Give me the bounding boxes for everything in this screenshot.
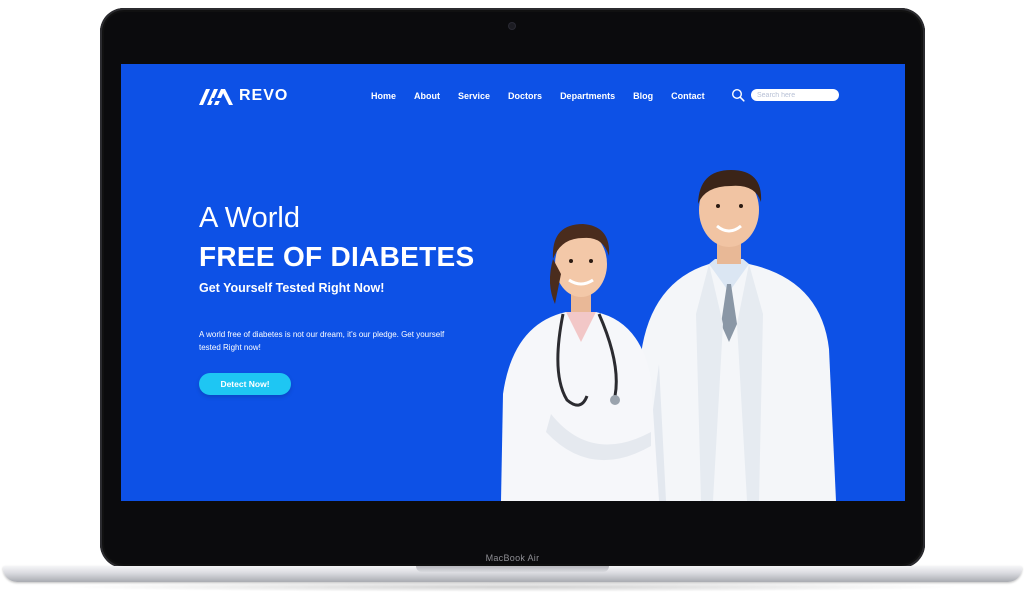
detect-now-button[interactable]: Detect Now! <box>199 373 291 395</box>
nav-about[interactable]: About <box>414 91 440 101</box>
nav-contact[interactable]: Contact <box>671 91 705 101</box>
device-label: MacBook Air <box>485 553 540 563</box>
laptop-notch <box>416 566 609 572</box>
nav-blog[interactable]: Blog <box>633 91 653 101</box>
brand-name: REVO <box>239 87 289 104</box>
search-icon[interactable] <box>731 88 745 102</box>
hero-description: A world free of diabetes is not our drea… <box>199 330 445 352</box>
hero-heading-line2: FREE OF DIABETES <box>199 241 475 272</box>
laptop-shadow <box>60 582 965 592</box>
nav-home[interactable]: Home <box>371 91 396 101</box>
doctors-image <box>501 170 836 501</box>
nav-doctors[interactable]: Doctors <box>508 91 542 101</box>
male-doctor-figure <box>636 170 836 501</box>
logo-icon <box>199 89 233 105</box>
female-doctor-figure <box>501 224 659 501</box>
main-nav: Home About Service Doctors Departments B… <box>371 91 723 101</box>
nav-departments[interactable]: Departments <box>560 91 615 101</box>
camera-icon <box>509 23 515 29</box>
logo[interactable]: REVO <box>199 86 288 106</box>
website-screen: REVO Home About Service Doctors Departme… <box>121 64 905 501</box>
nav-service[interactable]: Service <box>458 91 490 101</box>
search-input[interactable] <box>751 89 839 101</box>
hero-heading-line1: A World <box>199 202 301 234</box>
hero-subtitle: Get Yourself Tested Right Now! <box>199 281 385 295</box>
